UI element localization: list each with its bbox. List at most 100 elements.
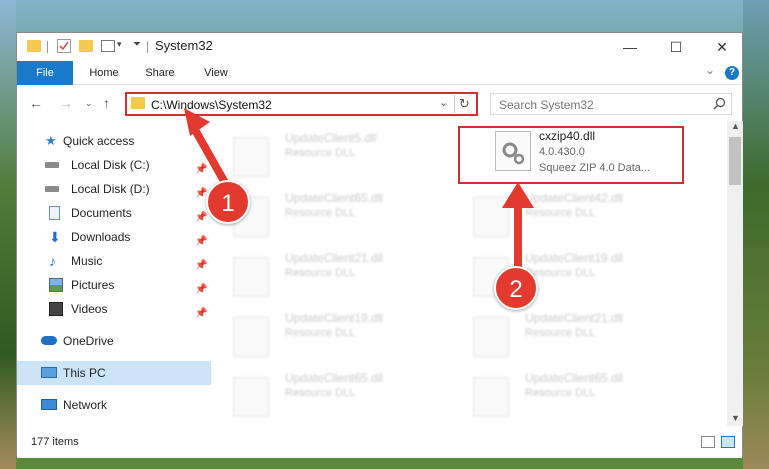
sidebar-item-label: Network [63,398,108,412]
address-separator [454,95,455,113]
ribbon-tabs: File Home Share View ⌄ ? [17,61,742,85]
separator [47,41,48,53]
file-name: UpdateClient65.dll [285,191,384,205]
search-placeholder: Search System32 [499,98,594,112]
list-item[interactable]: UpdateClient19.dll Resource DLL [211,305,451,361]
tab-file[interactable]: File [17,61,73,85]
sidebar-item-label: Local Disk (C:) [71,158,150,172]
sidebar-item-network[interactable]: Network [17,393,211,417]
tab-share[interactable]: Share [135,61,185,85]
sidebar-item-label: Local Disk (D:) [71,182,150,196]
picture-icon [49,278,63,292]
help-icon[interactable]: ? [725,66,739,80]
pin-icon[interactable]: 📌 [195,302,207,326]
address-bar[interactable]: C:\Windows\System32 ⌄ ↻ [125,92,478,116]
customize-qa-icon[interactable] [101,40,115,52]
refresh-icon[interactable]: ↻ [459,96,470,112]
window-title: System32 [155,38,213,53]
new-folder-icon[interactable] [79,40,93,52]
file-description: Resource DLL [285,387,356,399]
desktop-background-left [0,0,16,469]
sidebar-item-label: Quick access [63,134,135,148]
up-arrow-icon[interactable]: ↑ [103,95,110,111]
tab-view[interactable]: View [191,61,241,85]
scroll-down-icon[interactable]: ▼ [731,413,740,423]
large-icons-view-icon[interactable] [721,436,735,448]
list-item[interactable]: UpdateClient65.dll Resource DLL [451,365,691,421]
list-item[interactable]: UpdateClient19.dll Resource DLL [451,245,691,301]
ribbon-expand-icon[interactable]: ⌄ [705,63,715,77]
file-name: UpdateClient21.dll [285,251,384,265]
details-view-icon[interactable] [701,436,715,448]
annotation-marker-1: 1 [206,180,250,224]
folder-icon [131,97,145,109]
sidebar-item-label: OneDrive [63,334,114,348]
music-icon: ♪ [49,253,56,269]
dll-file-icon [473,317,509,357]
document-icon [49,206,60,220]
star-icon: ★ [45,133,57,148]
list-item[interactable]: UpdateClient21.dll Resource DLL [211,245,451,301]
item-count: 177 items [31,436,79,448]
scroll-up-icon[interactable]: ▲ [731,121,740,131]
drive-icon [45,186,59,192]
title-bar: ▾ ⏷ System32 — ☐ ✕ [17,33,742,61]
file-highlight-box [458,126,684,184]
list-item[interactable]: UpdateClient21.dll Resource DLL [451,305,691,361]
list-item[interactable]: UpdateClient42.dll Resource DLL [451,185,691,241]
computer-icon [41,367,57,378]
dll-file-icon [233,257,269,297]
list-item[interactable]: UpdateClient5.dll Resource DLL [211,125,451,181]
sidebar-item-documents[interactable]: Documents 📌 [17,201,211,225]
forward-arrow-icon[interactable]: → [59,95,73,111]
file-description: Resource DLL [525,387,596,399]
cloud-icon [41,336,57,345]
minimize-button[interactable]: — [607,33,653,61]
vertical-scrollbar[interactable]: ▲ ▼ [727,121,743,426]
file-name: UpdateClient21.dll [525,311,624,325]
maximize-button[interactable]: ☐ [653,33,699,61]
close-button[interactable]: ✕ [699,33,745,61]
search-icon [713,97,726,113]
drive-icon [45,162,59,168]
desktop-background-right [743,0,769,469]
dll-file-icon [473,377,509,417]
back-arrow-icon[interactable]: ← [29,95,43,111]
file-name: UpdateClient5.dll [285,131,377,145]
sidebar-item-onedrive[interactable]: OneDrive [17,329,211,353]
file-description: Resource DLL [525,327,596,339]
dll-file-icon [233,317,269,357]
file-explorer-window: ▾ ⏷ System32 — ☐ ✕ File Home Share View … [16,32,743,458]
sidebar-item-pictures[interactable]: Pictures 📌 [17,273,211,297]
tab-home[interactable]: Home [79,61,129,85]
sidebar-item-label: This PC [63,366,106,380]
file-description: Resource DLL [285,207,356,219]
sidebar-item-label: Music [71,254,103,268]
annotation-arrow-2 [502,182,534,280]
sidebar-item-videos[interactable]: Videos 📌 [17,297,211,321]
search-input[interactable]: Search System32 [490,93,732,115]
video-icon [49,302,63,316]
file-name: UpdateClient65.dll [525,371,624,385]
list-item[interactable]: UpdateClient65.dll Resource DLL [211,365,451,421]
scrollbar-thumb[interactable] [729,137,741,185]
file-description: Resource DLL [285,327,356,339]
navigation-bar: ← → ⌄ ↑ C:\Windows\System32 ⌄ ↻ Search S… [17,85,742,121]
chevron-down-icon[interactable]: ▾ [117,39,122,50]
file-name: UpdateClient19.dll [285,311,384,325]
properties-icon[interactable] [57,39,71,53]
sidebar-item-label: Pictures [71,278,115,292]
sidebar-item-label: Documents [71,206,132,220]
recent-locations-icon[interactable]: ⌄ [85,98,93,109]
dropdown-arrow-icon[interactable]: ⏷ [133,39,141,50]
sidebar-item-downloads[interactable]: ⬇ Downloads 📌 [17,225,211,249]
status-bar: 177 items [17,426,742,458]
file-description: Resource DLL [285,147,356,159]
sidebar-item-music[interactable]: ♪ Music 📌 [17,249,211,273]
sidebar-item-label: Downloads [71,230,131,244]
download-icon: ⬇ [49,229,61,245]
sidebar-item-this-pc[interactable]: This PC [17,361,211,385]
file-name: UpdateClient65.dll [285,371,384,385]
separator [147,41,148,53]
chevron-down-icon[interactable]: ⌄ [439,96,448,109]
